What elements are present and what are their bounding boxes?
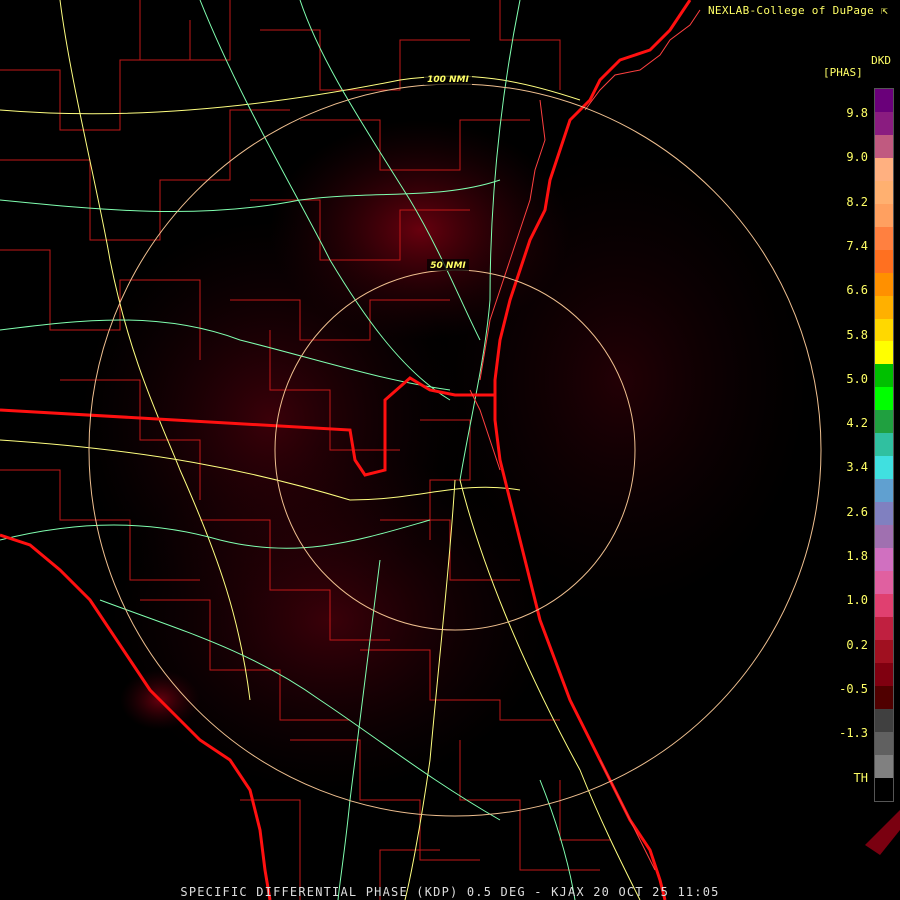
color-scale-segment bbox=[875, 754, 893, 778]
credit-label: NEXLAB-College of DuPage ⇱ bbox=[707, 4, 888, 17]
legend-unit: DKD [PHAS] bbox=[823, 55, 891, 79]
ring-label-100: 100 NMI bbox=[427, 75, 469, 85]
color-scale-segment bbox=[875, 318, 893, 342]
color-scale-tick-label: 9.8 bbox=[846, 106, 868, 120]
color-scale-ticks: 9.8 9.0 8.2 7.4 6.6 5.8 5.0 4.2 3.4 2.6 1.8 1.0 0.2 -… bbox=[825, 88, 870, 800]
color-scale-segment bbox=[875, 731, 893, 755]
color-scale-segment bbox=[875, 364, 893, 388]
color-scale-segment bbox=[875, 157, 893, 181]
color-scale-segment bbox=[875, 272, 893, 296]
color-scale-tick-label: 1.8 bbox=[846, 549, 868, 563]
color-scale-tick-label: 0.2 bbox=[846, 637, 868, 652]
color-scale-segment bbox=[875, 479, 893, 503]
color-scale-segment bbox=[875, 295, 893, 319]
color-scale-segment bbox=[875, 111, 893, 135]
color-scale-segment bbox=[875, 203, 893, 227]
color-scale-tick-label: 3.4 bbox=[846, 460, 868, 475]
color-scale-tick-label: 1.0 bbox=[846, 593, 868, 608]
color-scale-bar bbox=[874, 88, 894, 802]
product-title: SPECIFIC DIFFERENTIAL PHASE (KDP) 0.5 DE… bbox=[180, 885, 720, 899]
color-scale-tick-label: -0.5 bbox=[839, 681, 868, 696]
color-scale-segment bbox=[875, 593, 893, 617]
color-scale-tick-label: 7.4 bbox=[846, 238, 868, 253]
color-scale-tick-label: 5.0 bbox=[846, 371, 868, 386]
color-scale-tick-label: 9.0 bbox=[846, 150, 868, 165]
color-scale-segment bbox=[875, 616, 893, 640]
external-link-icon: ⇱ bbox=[881, 4, 888, 17]
legend-unit-code: DKD bbox=[871, 54, 891, 67]
color-scale-segment bbox=[875, 685, 893, 709]
color-scale-tick-label: 2.6 bbox=[846, 504, 868, 519]
color-scale-segment bbox=[875, 548, 893, 572]
color-scale-segment bbox=[875, 777, 893, 801]
color-scale-segment bbox=[875, 571, 893, 594]
color-scale-segment bbox=[875, 502, 893, 526]
color-scale-segment bbox=[875, 134, 893, 158]
color-scale-segment bbox=[875, 708, 893, 732]
color-scale-segment bbox=[875, 249, 893, 273]
color-scale-segment bbox=[875, 525, 893, 549]
radar-map: 50 NMI 100 NMI bbox=[0, 0, 900, 900]
color-scale-segment bbox=[875, 180, 893, 204]
color-scale-tick-label: 5.8 bbox=[846, 327, 868, 342]
color-scale-segment bbox=[875, 639, 893, 663]
ring-label-50: 50 NMI bbox=[430, 261, 466, 271]
color-scale-tick-label: 4.2 bbox=[846, 416, 868, 431]
color-scale-tick-label: TH bbox=[853, 770, 868, 785]
color-scale-segment bbox=[875, 662, 893, 686]
color-scale-segment bbox=[875, 387, 893, 411]
color-scale-segment bbox=[875, 226, 893, 250]
color-scale-segment bbox=[875, 89, 893, 112]
color-scale-segment bbox=[875, 433, 893, 457]
color-scale-segment bbox=[875, 341, 893, 365]
legend-unit-name: [PHAS] bbox=[823, 66, 863, 79]
color-scale-segment bbox=[875, 456, 893, 480]
color-scale-segment bbox=[875, 410, 893, 434]
color-scale-tick-label: 8.2 bbox=[846, 194, 868, 209]
color-scale-tick-label: 6.6 bbox=[846, 283, 868, 298]
color-scale-tick-label: -1.3 bbox=[839, 726, 868, 741]
